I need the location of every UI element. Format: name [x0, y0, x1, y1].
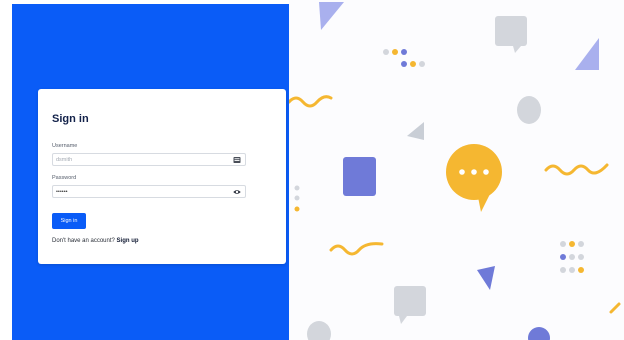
- triangle-shape: [477, 266, 495, 290]
- page-title: Sign in: [52, 113, 89, 125]
- dot-cluster: [560, 241, 584, 273]
- username-input[interactable]: [53, 154, 226, 165]
- illustration-pattern: [289, 2, 621, 340]
- signup-prompt-text: Don't have an account?: [52, 238, 115, 244]
- sign-in-button[interactable]: Sign in: [52, 213, 86, 229]
- signup-prompt: Don't have an account? Sign up: [52, 238, 139, 244]
- squiggle-line: [329, 242, 384, 256]
- chat-bubble-tail: [513, 46, 521, 53]
- triangle-shape: [575, 38, 599, 70]
- square-shape: [343, 157, 376, 196]
- squiggle-line: [609, 302, 621, 314]
- decorative-panel: [289, 0, 624, 340]
- typing-dot: [459, 169, 465, 175]
- oval-shape: [517, 96, 541, 124]
- id-card-icon: [233, 157, 241, 163]
- squiggle-line: [289, 95, 333, 108]
- brand-panel: Sign in Username Password Sign in Don't …: [12, 4, 289, 340]
- oval-shape: [307, 321, 331, 340]
- chat-bubble-tail: [399, 316, 407, 324]
- chat-bubble-icon: [495, 16, 527, 46]
- password-field-box: [52, 185, 246, 198]
- squiggle-line: [544, 163, 609, 176]
- username-field-box: [52, 153, 246, 166]
- sign-in-card: Sign in Username Password Sign in Don't …: [38, 89, 286, 264]
- eye-icon[interactable]: [233, 188, 241, 196]
- triangle-shape: [319, 2, 344, 30]
- sign-up-link[interactable]: Sign up: [117, 238, 139, 244]
- triangle-shape: [407, 122, 424, 140]
- typing-dot: [483, 169, 489, 175]
- chat-bubble-icon: [394, 286, 426, 316]
- typing-dot: [471, 169, 477, 175]
- speech-bubble-tail: [477, 190, 492, 212]
- password-input[interactable]: [53, 186, 226, 197]
- username-label: Username: [52, 143, 78, 149]
- dot-cluster: [294, 185, 300, 212]
- dot-cluster: [383, 49, 425, 67]
- password-label: Password: [52, 175, 77, 181]
- oval-shape: [528, 327, 550, 340]
